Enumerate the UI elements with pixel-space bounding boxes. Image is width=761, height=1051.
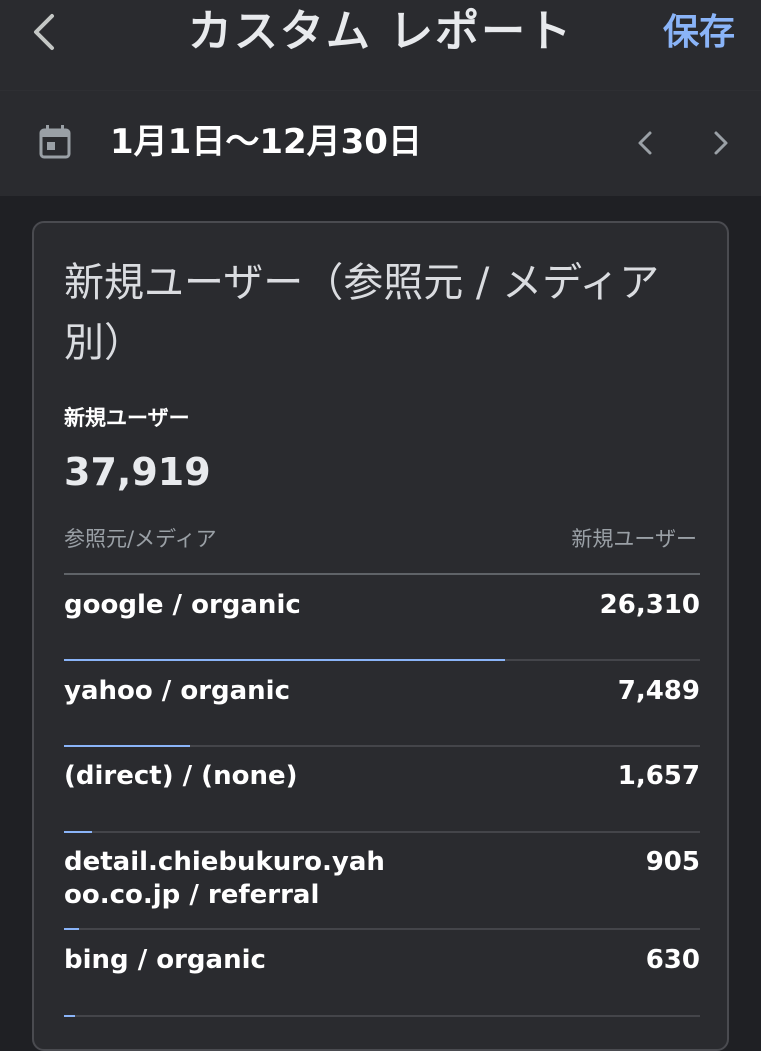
page-title: カスタム レポート [187, 6, 574, 57]
save-button[interactable]: 保存 [663, 8, 735, 58]
share-bar [64, 745, 190, 747]
new-users-value: 905 [645, 847, 700, 877]
source-medium: bing / organic [64, 945, 266, 975]
new-users-value: 7,489 [617, 676, 700, 706]
table-header-divider [64, 573, 700, 575]
new-users-value: 630 [645, 945, 700, 975]
bar-track [64, 659, 700, 661]
new-users-value: 26,310 [599, 590, 700, 620]
app-header: カスタム レポート 保存 [0, 0, 761, 90]
bar-track [64, 831, 700, 833]
column-header-new-users[interactable]: 新規ユーザー [571, 524, 697, 554]
date-range-label[interactable]: 1月1日〜12月30日 [110, 119, 422, 165]
card-title: 新規ユーザー（参照元 / メディア別） [64, 260, 660, 366]
source-medium: (direct) / (none) [64, 761, 298, 791]
new-users-value: 1,657 [617, 761, 700, 791]
bar-track [64, 745, 700, 747]
share-bar [64, 831, 92, 833]
report-card: 新規ユーザー（参照元 / メディア別） 新規ユーザー 37,919 参照元/メデ… [32, 221, 729, 1051]
column-header-source[interactable]: 参照元/メディア [64, 524, 217, 554]
share-bar [64, 928, 79, 930]
metric-label: 新規ユーザー [64, 406, 190, 430]
chevron-right-icon[interactable] [706, 123, 736, 163]
bar-track [64, 928, 700, 930]
date-range-bar: 1月1日〜12月30日 [0, 90, 761, 196]
calendar-icon[interactable] [38, 124, 72, 160]
source-medium: detail.chiebukuro.yahoo.co.jp / referral [64, 847, 385, 910]
share-bar [64, 1015, 75, 1017]
metric-total: 37,919 [64, 450, 211, 494]
chevron-left-icon[interactable] [630, 123, 660, 163]
source-medium: yahoo / organic [64, 676, 291, 706]
bar-track [64, 1015, 700, 1017]
source-medium: google / organic [64, 590, 301, 620]
share-bar [64, 659, 505, 661]
